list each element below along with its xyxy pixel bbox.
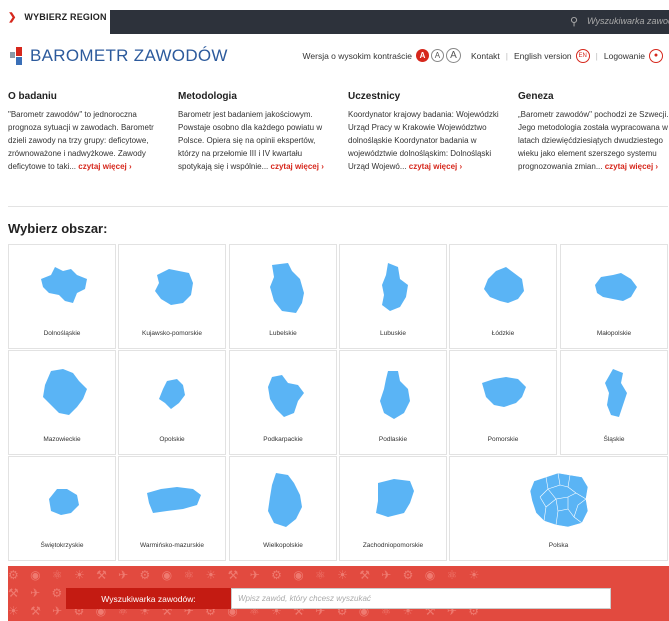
info-origin: Geneza „Barometr zawodów" pochodzi ze Sz… (518, 91, 669, 173)
region-tile-dolnoslaskie[interactable]: Dolnośląskie (8, 244, 116, 349)
chevron-down-icon: ❯ (8, 11, 17, 23)
region-map-icon (605, 369, 627, 417)
region-tile-malopolskie[interactable]: Małopolskie (560, 244, 668, 349)
info-text: Barometr jest badaniem jakościowym. Pows… (178, 110, 324, 171)
region-tile-slaskie[interactable]: Śląskie (560, 350, 668, 455)
region-tile-lodzkie[interactable]: Łódzkie (449, 244, 557, 349)
font-size-option-large[interactable]: A (445, 48, 461, 63)
font-size-option-medium[interactable]: A (430, 49, 444, 62)
region-name: Kujawsko-pomorskie (142, 330, 202, 337)
region-tile-polska[interactable]: Polska (449, 456, 668, 561)
occupation-search-input[interactable] (231, 588, 611, 609)
region-map-icon (155, 269, 193, 305)
info-title: Geneza (518, 91, 554, 102)
region-name: Wielkopolskie (263, 542, 303, 549)
contrast-label: Wersja o wysokim kontraście (302, 50, 412, 61)
region-map-icon (41, 267, 87, 303)
region-select-label: WYBIERZ REGION (24, 12, 107, 22)
logo-mark-icon (10, 47, 24, 65)
region-select-button[interactable]: ❯ WYBIERZ REGION (0, 0, 110, 34)
region-tile-wielkopolskie[interactable]: Wielkopolskie (229, 456, 337, 561)
region-tile-mazowieckie[interactable]: Mazowieckie (8, 350, 116, 455)
read-more-link[interactable]: czytaj więcej › (78, 162, 131, 171)
region-name: Opolskie (159, 436, 185, 443)
lock-icon[interactable]: ● (649, 48, 663, 63)
search-icon[interactable]: ⚲ (570, 15, 578, 28)
read-more-link[interactable]: czytaj więcej › (605, 162, 658, 171)
info-methodology: Metodologia Barometr jest badaniem jakoś… (178, 91, 330, 173)
region-map-icon (270, 263, 304, 313)
occupation-search-label: Wyszukiwarka zawodów: (66, 588, 231, 609)
info-title: Uczestnicy (348, 91, 401, 102)
region-tile-zachodniopomorskie[interactable]: Zachodniopomorskie (339, 456, 447, 561)
info-about: O badaniu "Barometr zawodów" to jednoroc… (8, 91, 160, 173)
top-search-bar[interactable]: ⚲ Wyszukiwarka zawodów (110, 10, 669, 34)
region-name: Dolnośląskie (43, 330, 81, 337)
contact-link[interactable]: Kontakt (471, 51, 500, 61)
region-map-icon (380, 371, 410, 419)
english-flag-icon[interactable]: EN (575, 48, 590, 63)
region-name: Lubuskie (379, 330, 407, 337)
region-tile-podkarpackie[interactable]: Podkarpackie (229, 350, 337, 455)
region-map-icon (484, 267, 524, 303)
read-more-link[interactable]: czytaj więcej › (409, 162, 462, 171)
read-more-link[interactable]: czytaj więcej › (271, 162, 324, 171)
site-logo[interactable]: BAROMETR ZAWODÓW (10, 46, 228, 66)
english-version-link[interactable]: English version (514, 51, 572, 61)
region-name: Mazowieckie (43, 436, 81, 443)
region-name: Śląskie (603, 436, 625, 443)
logo-text: BAROMETR ZAWODÓW (30, 46, 228, 65)
region-name: Pomorskie (487, 436, 519, 443)
region-tile-kujawsko-pomorskie[interactable]: Kujawsko-pomorskie (118, 244, 226, 349)
divider: | (505, 50, 509, 61)
occupation-search: Wyszukiwarka zawodów: (66, 588, 611, 609)
info-participants: Uczestnicy Koordynator krajowy badania: … (348, 91, 500, 173)
region-map-icon (482, 377, 526, 407)
region-name: Małopolskie (596, 330, 632, 337)
region-name: Łódzkie (491, 330, 515, 337)
info-title: Metodologia (178, 91, 237, 102)
region-tile-podlaskie[interactable]: Podlaskie (339, 350, 447, 455)
region-tile-swietokrzyskie[interactable]: Świętokrzyskie (8, 456, 116, 561)
region-map-icon (49, 489, 79, 515)
info-text: „Barometr zawodów" pochodzi ze Szwecji. … (518, 110, 669, 171)
region-tile-lubelskie[interactable]: Lubelskie (229, 244, 337, 349)
region-name: Lubelskie (269, 330, 297, 337)
region-tile-opolskie[interactable]: Opolskie (118, 350, 226, 455)
divider: | (595, 50, 598, 61)
poland-map-icon (529, 472, 589, 528)
region-name: Podlaskie (378, 436, 408, 443)
region-map-icon (382, 263, 408, 311)
region-map-icon (268, 473, 302, 527)
section-title: Wybierz obszar: (8, 221, 108, 236)
region-tile-warminsko-mazurskie[interactable]: Warmińsko-mazurskie (118, 456, 226, 561)
info-text: Koordynator krajowy badania: Wojewódzki … (348, 110, 499, 171)
region-name: Warmińsko-mazurskie (139, 542, 205, 549)
region-name: Podkarpackie (263, 436, 303, 443)
region-map-icon (595, 273, 637, 301)
region-map-icon (147, 487, 201, 513)
region-name: Zachodniopomorskie (362, 542, 424, 549)
region-map-icon (159, 379, 185, 409)
top-bar: ❯ WYBIERZ REGION ⚲ Wyszukiwarka zawodów (0, 0, 669, 34)
header-links: Wersja o wysokim kontraście A A A Kontak… (303, 48, 663, 63)
contrast-option-high[interactable]: A (415, 49, 429, 62)
info-text: "Barometr zawodów" to jednoroczna progno… (8, 110, 154, 171)
region-map-icon (43, 369, 87, 415)
top-search-placeholder[interactable]: Wyszukiwarka zawodów (587, 16, 669, 26)
section-divider (8, 206, 668, 207)
region-tile-pomorskie[interactable]: Pomorskie (449, 350, 557, 455)
region-name: Polska (548, 542, 569, 549)
login-link[interactable]: Logowanie (604, 51, 645, 61)
info-title: O badaniu (8, 91, 57, 102)
region-map-icon (376, 479, 414, 517)
region-tile-lubuskie[interactable]: Lubuskie (339, 244, 447, 349)
footer-search-band: ⚙ ◉ ⚛ ☀ ⚒ ✈ ⚙ ◉ ⚛ ☀ ⚒ ✈ ⚙ ◉ ⚛ ☀ ⚒ ✈ ⚙ ◉ … (8, 566, 669, 621)
region-name: Świętokrzyskie (40, 542, 84, 549)
region-map-icon (268, 375, 304, 417)
